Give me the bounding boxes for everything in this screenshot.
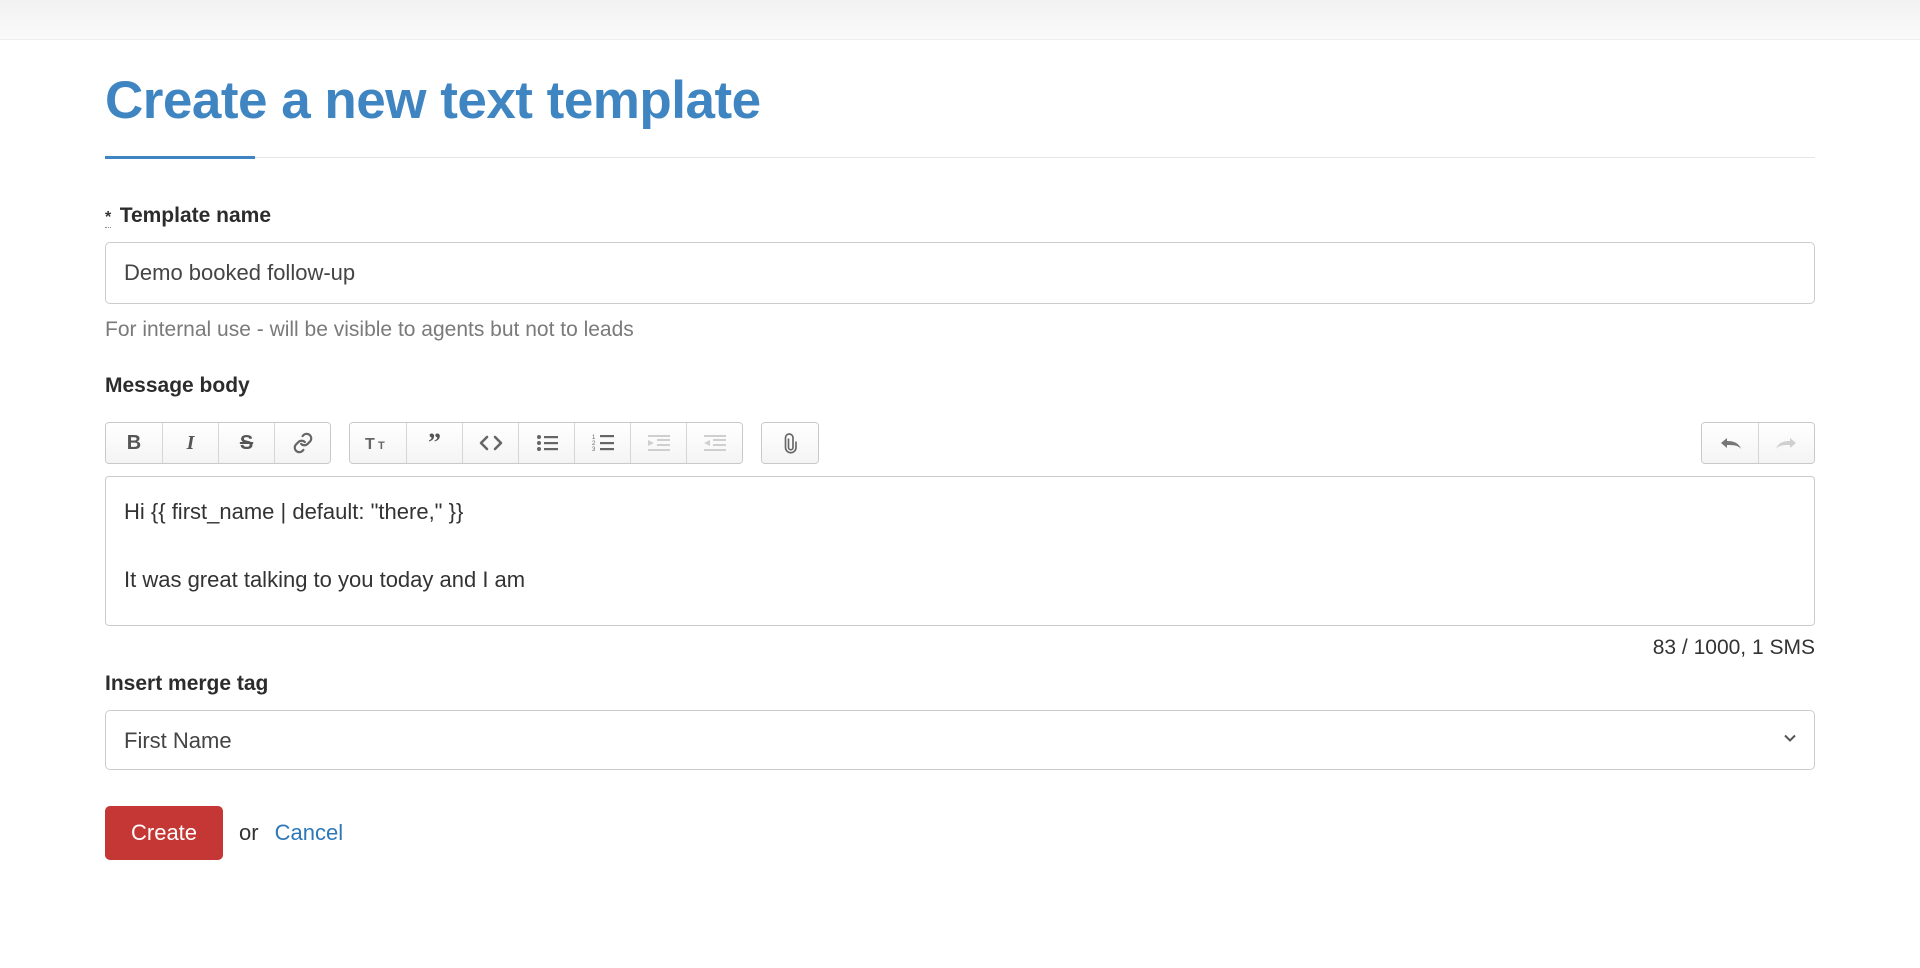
italic-icon: I bbox=[187, 432, 195, 455]
quote-button[interactable]: ” bbox=[406, 423, 462, 463]
link-icon bbox=[292, 432, 314, 454]
form-actions: Create or Cancel bbox=[105, 806, 1815, 860]
svg-text:T: T bbox=[378, 440, 385, 452]
top-strip bbox=[0, 0, 1920, 40]
number-list-button[interactable]: 1 2 3 bbox=[574, 423, 630, 463]
undo-button[interactable] bbox=[1702, 423, 1758, 463]
attach-button[interactable] bbox=[762, 423, 818, 463]
code-button[interactable] bbox=[462, 423, 518, 463]
svg-text:3: 3 bbox=[592, 447, 596, 452]
number-list-icon: 1 2 3 bbox=[592, 434, 614, 452]
merge-tag-select-wrap: First Name bbox=[105, 710, 1815, 770]
template-name-label-row: * Template name bbox=[105, 204, 1815, 242]
or-separator: or bbox=[239, 820, 259, 846]
template-name-field: * Template name For internal use - will … bbox=[105, 204, 1815, 342]
merge-tag-field: Insert merge tag First Name bbox=[105, 672, 1815, 770]
undo-icon bbox=[1718, 435, 1742, 451]
toolbar-group-formatting: B I S bbox=[105, 422, 331, 464]
merge-tag-select[interactable]: First Name bbox=[105, 710, 1815, 770]
page-container: Create a new text template * Template na… bbox=[50, 40, 1870, 910]
bullet-list-button[interactable] bbox=[518, 423, 574, 463]
indent-icon bbox=[704, 434, 726, 452]
strike-icon: S bbox=[240, 432, 253, 455]
template-name-input[interactable] bbox=[105, 242, 1815, 304]
code-icon bbox=[479, 435, 503, 451]
page-title: Create a new text template bbox=[105, 70, 1815, 131]
heading-button[interactable]: T T bbox=[350, 423, 406, 463]
link-button[interactable] bbox=[274, 423, 330, 463]
toolbar-group-attach bbox=[761, 422, 819, 464]
message-body-label: Message body bbox=[105, 374, 250, 398]
bullet-list-icon bbox=[536, 434, 558, 452]
outdent-button[interactable] bbox=[630, 423, 686, 463]
title-rule bbox=[105, 157, 1815, 158]
required-indicator: * bbox=[105, 209, 111, 228]
quote-icon: ” bbox=[428, 435, 441, 451]
redo-button[interactable] bbox=[1758, 423, 1814, 463]
bold-button[interactable]: B bbox=[106, 423, 162, 463]
message-body-editor[interactable]: Hi {{ first_name | default: "there," }} … bbox=[105, 476, 1815, 626]
template-name-help: For internal use - will be visible to ag… bbox=[105, 318, 1815, 342]
message-body-field: Message body B I S bbox=[105, 374, 1815, 660]
template-name-label: Template name bbox=[120, 204, 271, 228]
redo-icon bbox=[1775, 435, 1799, 451]
paperclip-icon bbox=[781, 432, 799, 454]
svg-text:T: T bbox=[365, 436, 375, 453]
merge-tag-label: Insert merge tag bbox=[105, 672, 268, 696]
toolbar-group-block: T T ” bbox=[349, 422, 743, 464]
indent-button[interactable] bbox=[686, 423, 742, 463]
outdent-icon bbox=[648, 434, 670, 452]
strike-button[interactable]: S bbox=[218, 423, 274, 463]
heading-icon: T T bbox=[365, 433, 391, 453]
italic-button[interactable]: I bbox=[162, 423, 218, 463]
editor-toolbar: B I S T bbox=[105, 422, 1815, 464]
character-counter: 83 / 1000, 1 SMS bbox=[105, 636, 1815, 660]
cancel-link[interactable]: Cancel bbox=[275, 820, 343, 846]
create-button[interactable]: Create bbox=[105, 806, 223, 860]
toolbar-group-history bbox=[1701, 422, 1815, 464]
bold-icon: B bbox=[127, 432, 141, 455]
